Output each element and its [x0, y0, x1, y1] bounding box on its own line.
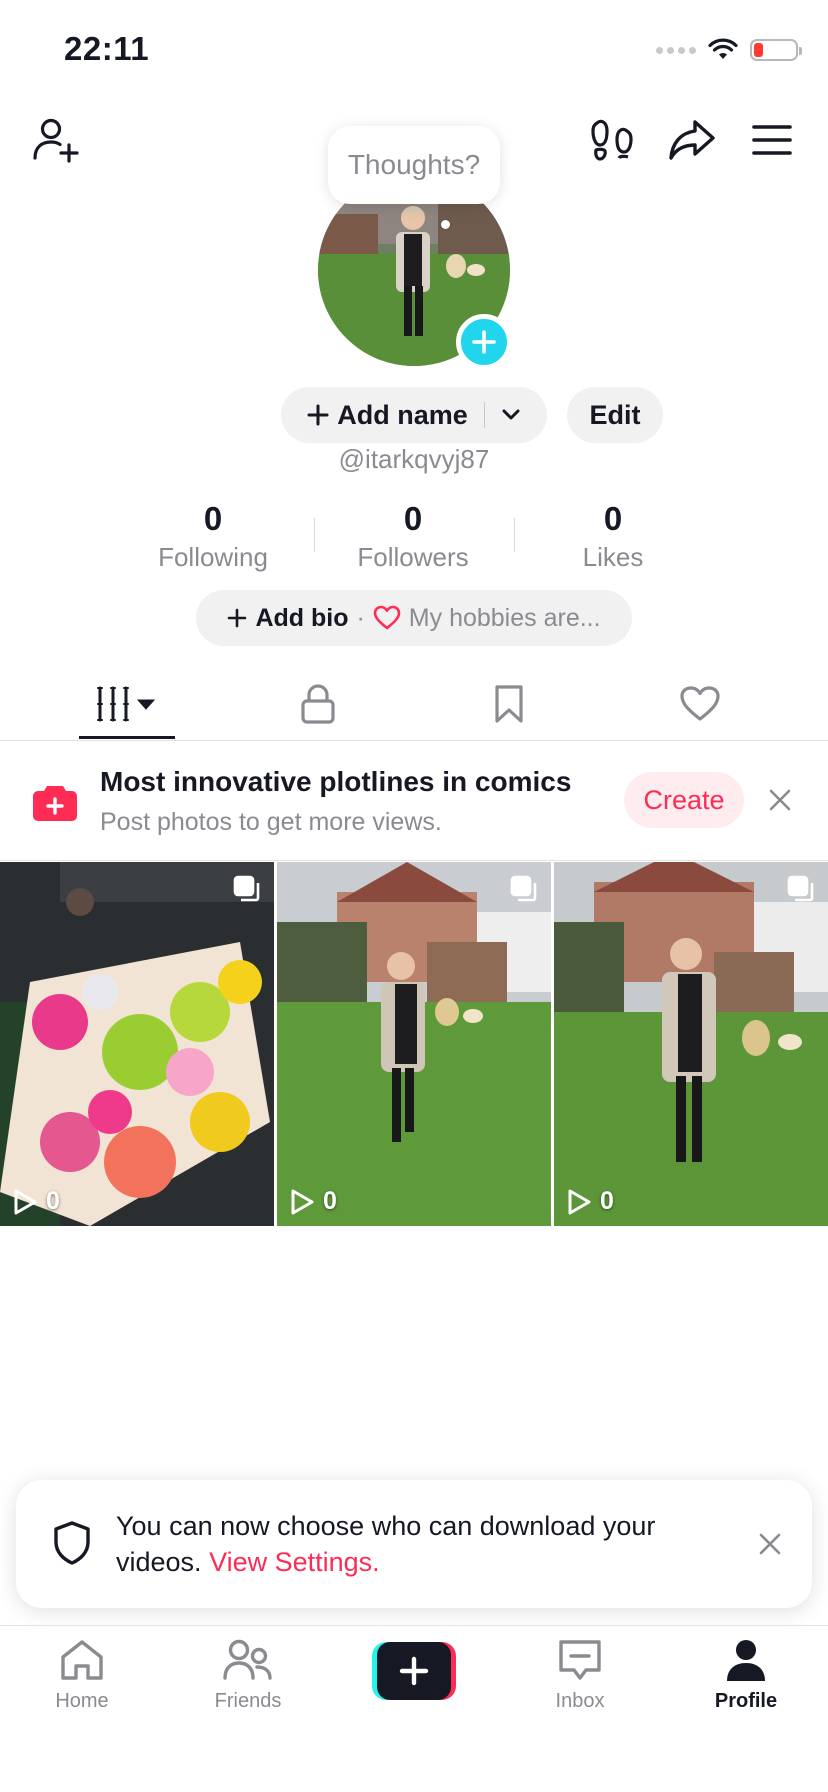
- multi-photo-icon: [509, 874, 539, 909]
- wifi-icon: [708, 38, 738, 59]
- inbox-icon: [559, 1640, 601, 1680]
- stat-divider: [314, 518, 315, 552]
- stat-likes[interactable]: 0 Likes: [533, 500, 693, 573]
- divider: [0, 740, 828, 741]
- followers-count: 0: [403, 500, 423, 537]
- status-time: 22:11: [64, 30, 150, 67]
- promo-camera-icon: [32, 782, 78, 822]
- add-friend-button[interactable]: [28, 112, 84, 168]
- thought-bubble-tail: [441, 220, 450, 229]
- profile-icon: [727, 1640, 765, 1681]
- edit-profile-button[interactable]: Edit: [567, 387, 663, 443]
- share-profile-button[interactable]: [664, 112, 720, 168]
- likes-label: Likes: [582, 542, 644, 572]
- play-icon: [568, 1189, 591, 1214]
- plus-icon: [307, 404, 329, 426]
- play-icon: [291, 1189, 314, 1214]
- status-indicators: [656, 32, 802, 68]
- view-count-value: 0: [600, 1187, 614, 1215]
- post-thumbnail[interactable]: 0: [0, 862, 274, 1226]
- multi-photo-icon: [232, 874, 262, 909]
- add-name-label: Add name: [337, 399, 468, 430]
- grid-icon: [97, 686, 156, 722]
- footprints-icon: [591, 119, 633, 161]
- following-count: 0: [203, 500, 223, 537]
- add-bio-label: Add bio: [255, 603, 349, 632]
- heart-icon: [373, 605, 401, 630]
- post-thumbnail[interactable]: 0: [277, 862, 551, 1226]
- nav-home-label: Home: [55, 1690, 109, 1712]
- following-label: Following: [158, 542, 268, 572]
- stat-followers[interactable]: 0 Followers: [333, 500, 493, 573]
- active-tab-indicator: [79, 736, 175, 739]
- view-count-value: 0: [323, 1187, 337, 1215]
- tab-private[interactable]: [270, 670, 366, 738]
- tab-videos[interactable]: [79, 670, 175, 738]
- promo-title: Most innovative plotlines in comics: [100, 766, 572, 797]
- pill-divider: [483, 402, 485, 428]
- nav-friends[interactable]: Friends: [178, 1638, 318, 1713]
- close-icon: [759, 1533, 781, 1555]
- tab-liked[interactable]: [652, 670, 748, 738]
- create-button[interactable]: Create: [624, 772, 744, 828]
- bio-separator: ·: [356, 603, 365, 632]
- stat-following[interactable]: 0 Following: [133, 500, 293, 573]
- likes-count: 0: [603, 500, 623, 537]
- share-arrow-icon: [669, 120, 715, 160]
- woman-in-garden-image: [277, 862, 551, 1226]
- person-plus-icon: [33, 118, 79, 163]
- post-thumbnail[interactable]: 0: [554, 862, 828, 1226]
- plus-icon: [228, 608, 247, 628]
- shield-icon: [52, 1520, 92, 1571]
- view-settings-link[interactable]: View Settings.: [209, 1547, 380, 1577]
- nav-profile[interactable]: Profile: [676, 1638, 816, 1713]
- nav-home[interactable]: Home: [12, 1638, 152, 1713]
- menu-button[interactable]: [744, 112, 800, 168]
- toast-message: You can now choose who can download your…: [116, 1508, 716, 1580]
- heart-icon: [680, 686, 720, 721]
- friends-icon: [223, 1639, 272, 1680]
- add-story-button[interactable]: [456, 314, 512, 370]
- promo-subtitle: Post photos to get more views.: [100, 808, 442, 836]
- close-toast-button[interactable]: [756, 1530, 784, 1558]
- play-icon: [14, 1189, 37, 1214]
- view-count: 0: [12, 1187, 60, 1216]
- create-post-button[interactable]: [372, 1642, 456, 1700]
- chevron-down-icon[interactable]: [501, 408, 521, 422]
- profile-views-button[interactable]: [586, 112, 638, 168]
- view-count: 0: [289, 1187, 337, 1216]
- bio-placeholder: My hobbies are...: [408, 603, 601, 632]
- toast-text: You can now choose who can download your…: [116, 1511, 656, 1577]
- followers-label: Followers: [357, 542, 469, 572]
- stat-divider: [514, 518, 515, 552]
- hamburger-icon: [752, 125, 792, 155]
- nav-inbox[interactable]: Inbox: [510, 1638, 650, 1713]
- close-promo-button[interactable]: [764, 784, 796, 816]
- tab-favorites[interactable]: [461, 670, 557, 738]
- multi-photo-icon: [786, 874, 816, 909]
- download-settings-toast: You can now choose who can download your…: [16, 1480, 812, 1608]
- flower-bouquet-image: [0, 862, 274, 1226]
- username: @itarkqvyj87: [338, 444, 490, 474]
- close-icon: [769, 789, 791, 811]
- battery-icon: [750, 39, 802, 61]
- add-bio-button[interactable]: Add bio · My hobbies are...: [196, 590, 632, 646]
- nav-inbox-label: Inbox: [555, 1690, 605, 1712]
- view-count-value: 0: [46, 1187, 60, 1215]
- bookmark-icon: [495, 685, 523, 723]
- divider: [0, 860, 828, 861]
- add-name-button[interactable]: Add name: [281, 387, 547, 443]
- divider: [0, 1625, 828, 1626]
- nav-profile-label: Profile: [714, 1690, 778, 1712]
- view-count: 0: [566, 1187, 614, 1216]
- signal-icon: [656, 46, 696, 54]
- woman-in-garden-image: [554, 862, 828, 1226]
- thought-bubble[interactable]: Thoughts?: [328, 126, 500, 204]
- home-icon: [61, 1640, 103, 1680]
- lock-icon: [301, 684, 335, 724]
- nav-friends-label: Friends: [214, 1690, 282, 1712]
- plus-icon: [472, 330, 496, 354]
